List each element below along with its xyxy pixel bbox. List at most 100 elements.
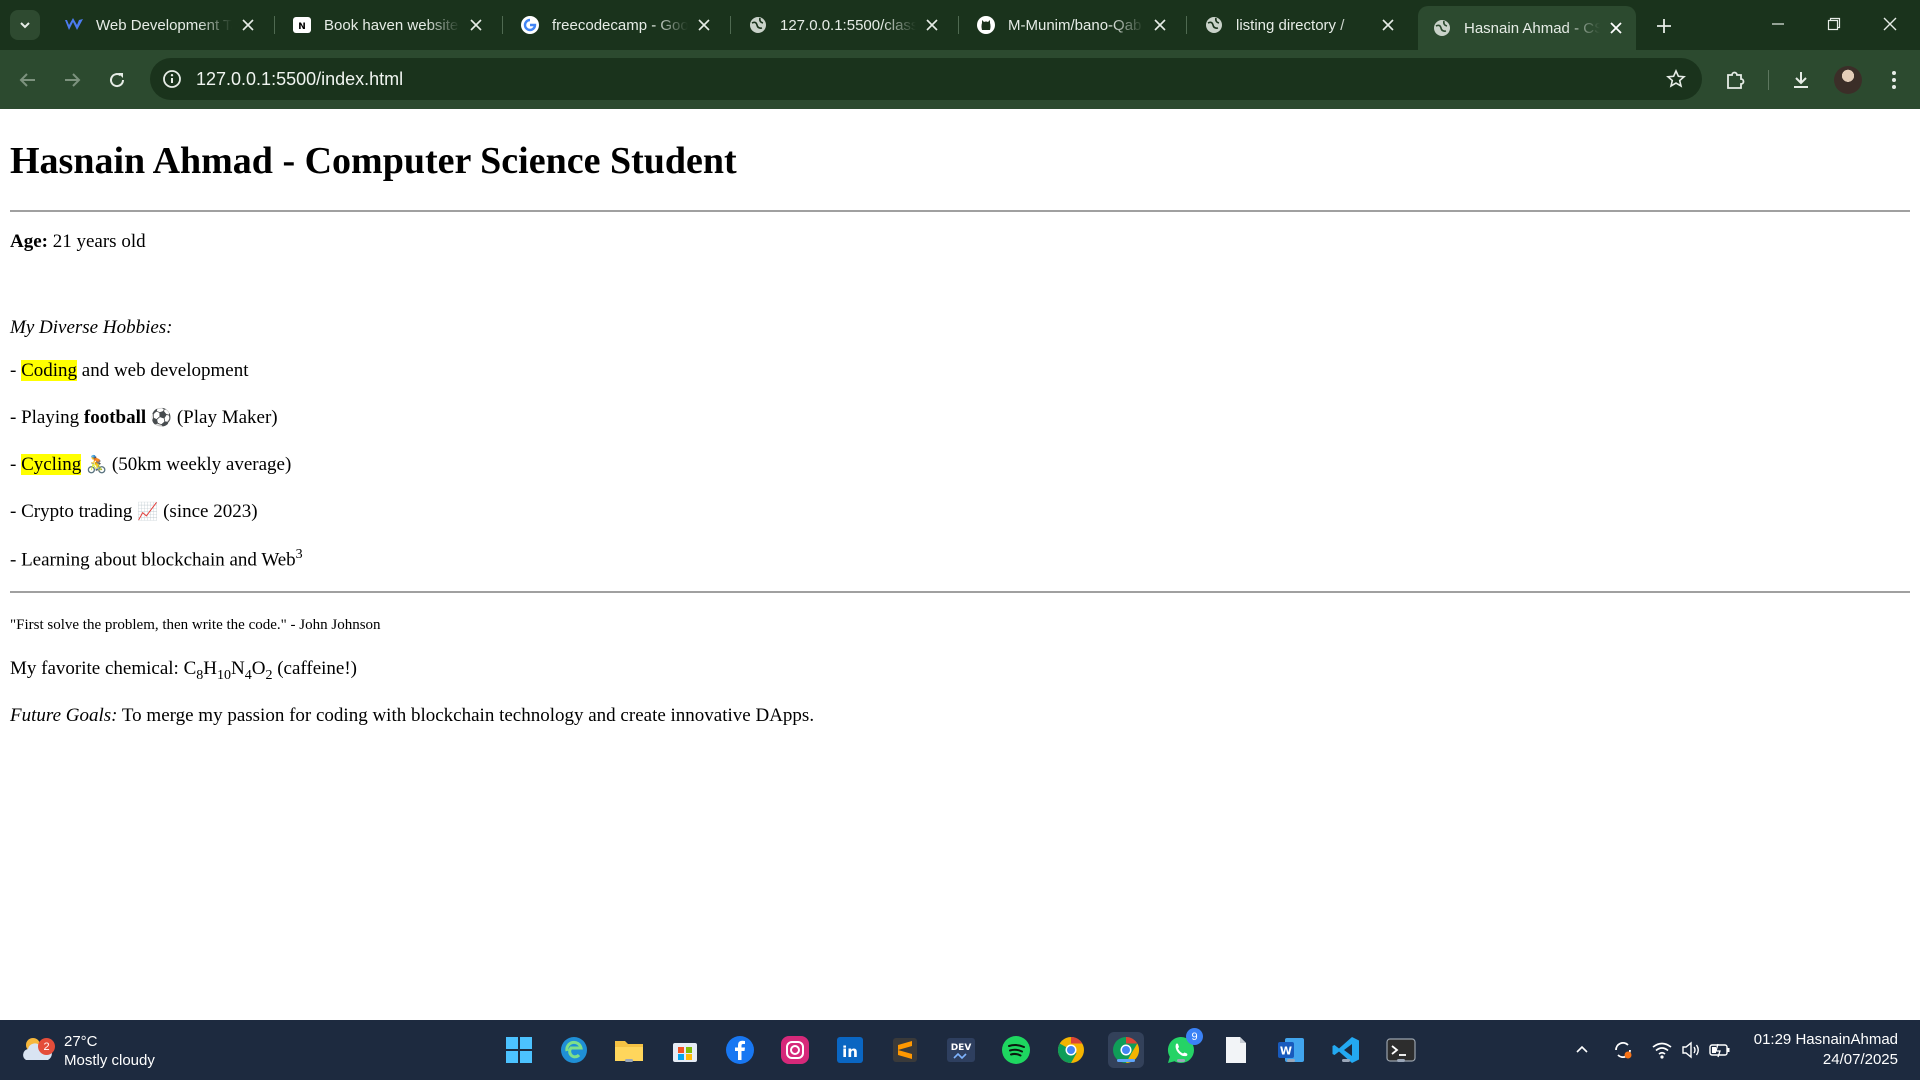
extensions-button[interactable] bbox=[1719, 64, 1751, 96]
close-icon[interactable] bbox=[1606, 18, 1626, 38]
terminal-app[interactable] bbox=[1383, 1032, 1419, 1068]
chrome-app[interactable] bbox=[1108, 1032, 1144, 1068]
browser-toolbar: 127.0.0.1:5500/index.html bbox=[0, 50, 1920, 109]
show-hidden-icons-button[interactable] bbox=[1570, 1038, 1594, 1062]
address-bar[interactable]: 127.0.0.1:5500/index.html bbox=[150, 58, 1702, 100]
close-window-button[interactable] bbox=[1862, 0, 1918, 48]
start-button[interactable] bbox=[501, 1032, 537, 1068]
taskbar: 2 27°C Mostly cloudy in DEV 9 W 01:29 Ha… bbox=[0, 1020, 1920, 1080]
close-icon bbox=[1883, 17, 1897, 31]
hobby-text: (since 2023) bbox=[158, 501, 258, 522]
downloads-button[interactable] bbox=[1785, 64, 1817, 96]
facebook-icon bbox=[726, 1036, 754, 1064]
forward-button[interactable] bbox=[56, 64, 88, 96]
store-icon bbox=[673, 1043, 697, 1062]
devcode-app[interactable]: DEV bbox=[943, 1032, 979, 1068]
info-icon[interactable] bbox=[160, 67, 184, 91]
hobby-prefix: - bbox=[10, 360, 22, 381]
facebook-app[interactable] bbox=[722, 1032, 758, 1068]
minimize-button[interactable] bbox=[1750, 0, 1806, 48]
chemical-suffix: (caffeine!) bbox=[272, 658, 358, 679]
tab-search-button[interactable] bbox=[10, 10, 40, 40]
running-indicator bbox=[1287, 1059, 1295, 1062]
sync-tray-button[interactable] bbox=[1611, 1038, 1635, 1062]
cyclist-icon: 🚴 bbox=[86, 455, 108, 475]
chevron-down-icon bbox=[20, 22, 30, 29]
profile-avatar[interactable] bbox=[1834, 66, 1862, 94]
subscript: 4 bbox=[244, 667, 252, 683]
globe-icon bbox=[748, 15, 768, 35]
close-icon[interactable] bbox=[922, 15, 942, 35]
wifi-button[interactable] bbox=[1650, 1038, 1674, 1062]
sublime-text-app[interactable] bbox=[887, 1032, 923, 1068]
close-icon[interactable] bbox=[1378, 15, 1398, 35]
running-indicator bbox=[625, 1059, 633, 1062]
tab-class2[interactable]: 127.0.0.1:5500/class2 bbox=[734, 8, 952, 42]
battery-button[interactable] bbox=[1708, 1038, 1732, 1062]
tab-book-haven[interactable]: N Book haven website bbox=[278, 8, 496, 42]
instagram-app[interactable] bbox=[777, 1032, 813, 1068]
notepad-app[interactable] bbox=[1218, 1032, 1254, 1068]
bookmark-star-icon[interactable] bbox=[1664, 67, 1688, 91]
vscode-app[interactable] bbox=[1328, 1032, 1364, 1068]
url-text[interactable]: 127.0.0.1:5500/index.html bbox=[196, 69, 403, 90]
toolbar-divider bbox=[1768, 70, 1769, 90]
arrow-right-icon bbox=[65, 73, 81, 87]
hobby-coding: - Coding and web development bbox=[10, 360, 249, 382]
weather-desc: Mostly cloudy bbox=[64, 1052, 155, 1069]
back-button[interactable] bbox=[12, 64, 44, 96]
chrome-canary-app[interactable] bbox=[1053, 1032, 1089, 1068]
spotify-app[interactable] bbox=[998, 1032, 1034, 1068]
page-content: Hasnain Ahmad - Computer Science Student… bbox=[10, 109, 1910, 1020]
close-icon[interactable] bbox=[694, 15, 714, 35]
quote: "First solve the problem, then write the… bbox=[10, 617, 381, 633]
age-line: Age: 21 years old bbox=[10, 231, 146, 253]
tab-title: Book haven website bbox=[324, 16, 459, 34]
spotify-icon bbox=[1002, 1036, 1030, 1064]
restore-icon bbox=[1827, 17, 1841, 31]
tab-separator bbox=[274, 16, 275, 34]
svg-text:DEV: DEV bbox=[951, 1043, 972, 1053]
tab-hasnain-ahmad[interactable]: Hasnain Ahmad - CS bbox=[1418, 6, 1636, 50]
google-icon bbox=[520, 15, 540, 35]
close-icon[interactable] bbox=[1150, 15, 1170, 35]
hobby-prefix: - bbox=[10, 454, 22, 475]
volume-button[interactable] bbox=[1679, 1038, 1703, 1062]
tab-web-development[interactable]: Web Development Ta bbox=[50, 8, 268, 42]
soccer-ball-icon: ⚽ bbox=[150, 408, 173, 428]
running-indicator bbox=[1397, 1059, 1405, 1062]
clock-date: 24/07/2025 bbox=[1822, 1051, 1898, 1068]
linkedin-app[interactable]: in bbox=[832, 1032, 868, 1068]
tab-github[interactable]: M-Munim/bano-Qab bbox=[962, 8, 1180, 42]
bold-football: football bbox=[83, 407, 147, 428]
microsoft-store-app[interactable] bbox=[667, 1032, 703, 1068]
close-icon[interactable] bbox=[238, 15, 258, 35]
chemical-prefix: My favorite chemical: C bbox=[10, 658, 197, 679]
restore-button[interactable] bbox=[1806, 0, 1862, 48]
new-tab-button[interactable] bbox=[1650, 12, 1678, 40]
tab-freecodecamp[interactable]: freecodecamp - Goo bbox=[506, 8, 724, 42]
system-clock[interactable]: 01:29 HasnainAhmad 24/07/2025 bbox=[1754, 1030, 1898, 1070]
file-explorer-app[interactable] bbox=[611, 1032, 647, 1068]
edge-app[interactable] bbox=[556, 1032, 592, 1068]
github-icon bbox=[976, 15, 996, 35]
whatsapp-app[interactable]: 9 bbox=[1163, 1028, 1203, 1068]
close-icon[interactable] bbox=[466, 15, 486, 35]
weather-widget[interactable]: 2 27°C Mostly cloudy bbox=[18, 1030, 178, 1070]
reload-button[interactable] bbox=[101, 64, 133, 96]
running-indicator bbox=[1342, 1059, 1350, 1062]
hobby-prefix: - Crypto trading bbox=[10, 501, 138, 522]
puzzle-icon bbox=[1727, 71, 1745, 89]
hobby-crypto: - Crypto trading 📈 (since 2023) bbox=[10, 501, 258, 523]
word-app[interactable]: W bbox=[1273, 1032, 1309, 1068]
hobbies-heading: My Diverse Hobbies: bbox=[10, 317, 173, 338]
svg-text:in: in bbox=[842, 1043, 858, 1061]
windows-logo-icon bbox=[506, 1037, 532, 1063]
svg-text:N: N bbox=[298, 22, 306, 32]
highlight-coding: Coding bbox=[21, 360, 78, 381]
tab-listing-directory[interactable]: listing directory / bbox=[1190, 8, 1408, 42]
tab-title: freecodecamp - Goo bbox=[552, 16, 688, 34]
arrow-left-icon bbox=[19, 73, 35, 87]
goals-text: To merge my passion for coding with bloc… bbox=[117, 705, 815, 726]
menu-button[interactable] bbox=[1878, 64, 1910, 96]
